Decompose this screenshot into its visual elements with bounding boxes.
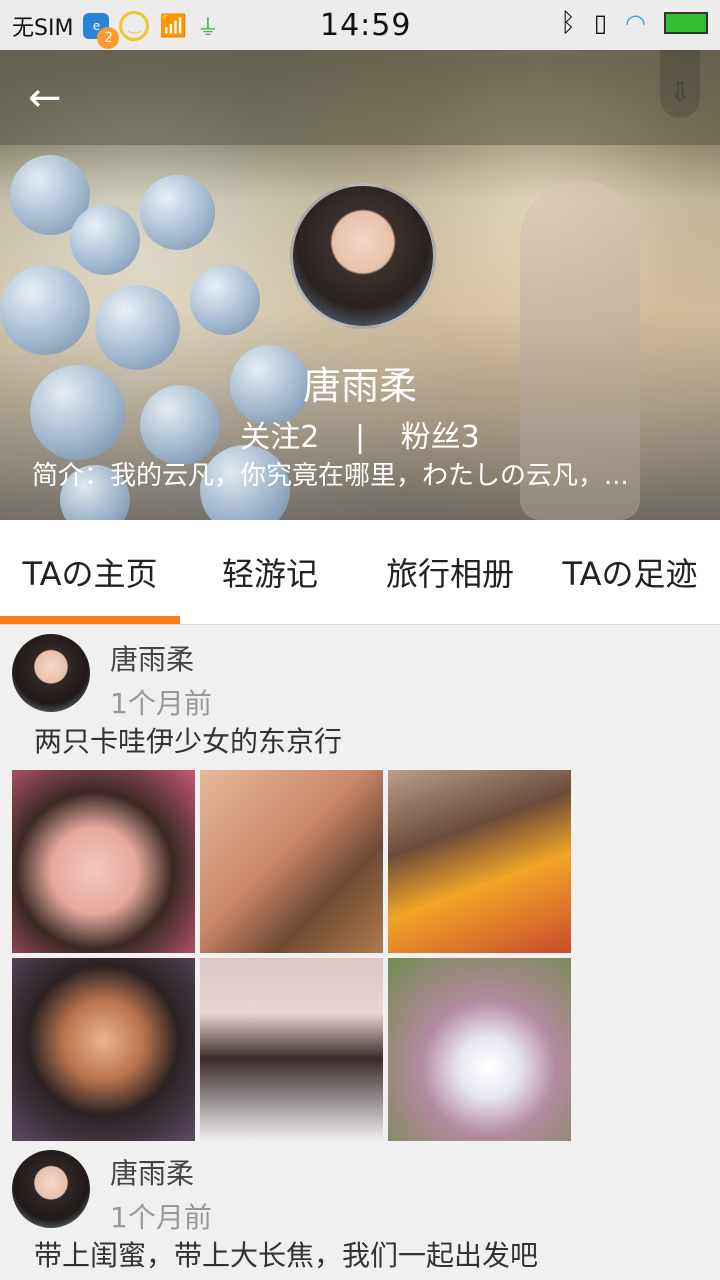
- photo-thumbnail[interactable]: [388, 958, 571, 1141]
- post-time: 1个月前: [110, 687, 212, 720]
- profile-avatar[interactable]: [290, 183, 436, 329]
- top-app-bar: ← ⇩: [0, 50, 720, 145]
- wifi-icon: ◠: [625, 9, 646, 37]
- profile-hero: ← ⇩ 唐雨柔 关注2 | 粉丝3 简介：我的云凡，你究竟在哪里，わたしの云凡，…: [0, 50, 720, 520]
- status-time: 14:59: [320, 8, 412, 43]
- post-author-name[interactable]: 唐雨柔: [110, 1152, 194, 1192]
- photo-thumbnail[interactable]: [200, 958, 383, 1141]
- tab-travel-notes[interactable]: 轻游记: [180, 520, 360, 624]
- photo-thumbnail[interactable]: [200, 770, 383, 953]
- profile-intro: 简介：我的云凡，你究竟在哪里，わたしの云凡，...: [32, 461, 629, 491]
- vibrate-icon: ▯: [593, 9, 608, 37]
- profile-stats: 关注2 | 粉丝3: [0, 412, 720, 456]
- download-icon[interactable]: ⇩: [660, 50, 700, 118]
- arrow-left-icon[interactable]: ←: [28, 78, 62, 118]
- photo-thumbnail[interactable]: [388, 770, 571, 953]
- status-right: ᛒ ▯ ◠: [560, 8, 708, 38]
- carrier-label: 无SIM: [12, 16, 74, 41]
- status-left: 无SIM e2 ‿ 📶 ⏚: [12, 10, 219, 49]
- photo-thumbnail[interactable]: [12, 770, 195, 953]
- post-author-name[interactable]: 唐雨柔: [110, 638, 194, 678]
- post-text[interactable]: 带上闺蜜，带上大长焦，我们一起出发吧: [34, 1234, 538, 1274]
- notification-count: 2: [97, 27, 120, 49]
- tab-home[interactable]: TAの主页: [0, 520, 180, 624]
- profile-tabs: TAの主页 轻游记 旅行相册 TAの足迹: [0, 520, 720, 625]
- photo-grid: [12, 770, 572, 1142]
- post-time: 1个月前: [110, 1201, 212, 1234]
- post-author-avatar[interactable]: [12, 1150, 90, 1228]
- post-text[interactable]: 两只卡哇伊少女的东京行: [34, 720, 342, 760]
- antenna-icon: 📶: [159, 13, 187, 39]
- usb-icon: ⏚: [196, 16, 219, 41]
- profile-name: 唐雨柔: [302, 364, 417, 408]
- tab-footprints[interactable]: TAの足迹: [540, 520, 720, 624]
- bluetooth-icon: ᛒ: [560, 8, 576, 38]
- following-link[interactable]: 关注2: [240, 420, 319, 455]
- followers-link[interactable]: 粉丝3: [401, 420, 480, 455]
- photo-thumbnail[interactable]: [12, 958, 195, 1141]
- status-bar: 无SIM e2 ‿ 📶 ⏚ 14:59 ᛒ ▯ ◠: [0, 0, 720, 50]
- tab-albums[interactable]: 旅行相册: [360, 520, 540, 624]
- post-author-avatar[interactable]: [12, 634, 90, 712]
- battery-icon: [664, 12, 708, 34]
- smiley-icon: ‿: [119, 11, 150, 41]
- stats-separator: |: [354, 420, 366, 455]
- weibo-badge-icon: e2: [83, 13, 120, 49]
